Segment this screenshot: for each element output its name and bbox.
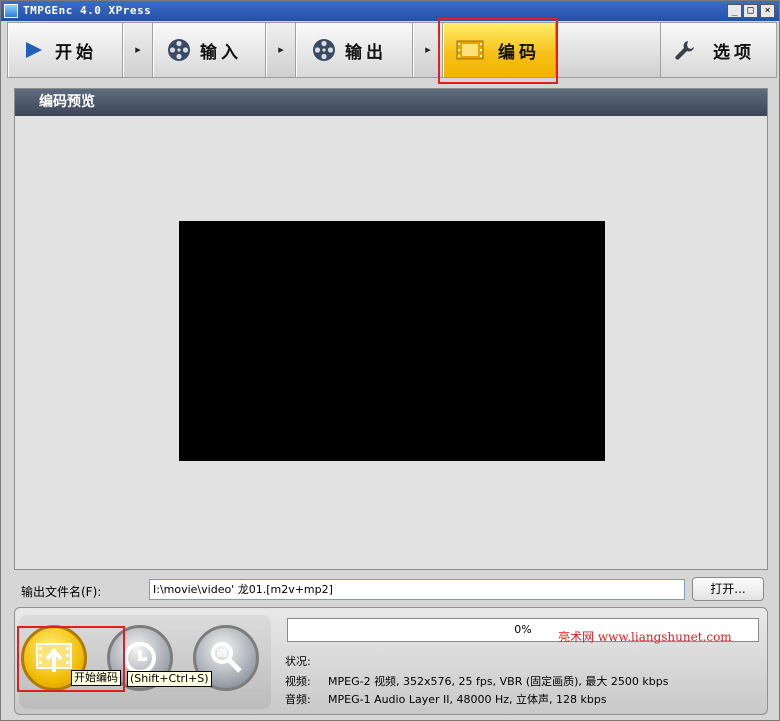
magnifier-film-icon [211,642,242,673]
film-reel-icon [313,39,335,61]
step-start[interactable]: 开始 [8,23,123,77]
minimize-button[interactable]: _ [727,4,742,18]
close-button[interactable]: × [760,4,775,18]
shortcut-tooltip: (Shift+Ctrl+S) [127,671,212,687]
wizard-toolbar: 开始 ▸ 输入 ▸ 输出 ▸ 编码 选项 [7,22,777,78]
start-encode-tooltip: 开始编码 [71,670,121,686]
output-filename-label: 输出文件名(F): [21,585,102,599]
step-input-label: 输入 [200,42,242,63]
play-arrow-icon [26,42,42,58]
step-input[interactable]: 输入 [153,23,266,77]
output-filename-field[interactable]: I:\movie\video' 龙01.[m2v+mp2] [149,579,685,600]
step-separator: ▸ [266,23,296,77]
status-label: 状况: [285,655,311,668]
step-output-label: 输出 [345,42,387,63]
video-preview [179,221,605,461]
audio-info: MPEG-1 Audio Layer II, 48000 Hz, 立体声, 12… [328,693,607,706]
step-start-label: 开始 [55,42,97,63]
title-bar: TMPGEnc 4.0 XPress _ □ × [1,1,779,21]
step-output[interactable]: 输出 [296,23,413,77]
video-label: 视频: [285,675,311,688]
film-reel-icon [168,39,190,61]
step-separator: ▸ [123,23,153,77]
wrench-icon [675,41,694,60]
open-button[interactable]: 打开... [692,577,764,601]
annotation-highlight [438,18,558,84]
encode-preview-panel: 编码预览 [14,88,768,570]
app-window: TMPGEnc 4.0 XPress _ □ × 开始 ▸ 输入 ▸ 输出 ▸ … [0,0,780,721]
window-title: TMPGEnc 4.0 XPress [23,4,152,17]
maximize-button[interactable]: □ [743,4,758,18]
watermark-text: 亮术网 www.liangshunet.com [558,630,732,644]
app-icon [4,4,18,18]
step-options[interactable]: 选项 [660,23,777,77]
step-options-label: 选项 [713,42,755,63]
audio-label: 音频: [285,693,311,706]
video-info: MPEG-2 视频, 352x576, 25 fps, VBR (固定画质), … [328,675,669,688]
panel-title: 编码预览 [15,89,767,116]
progress-label: 0% [514,623,532,636]
